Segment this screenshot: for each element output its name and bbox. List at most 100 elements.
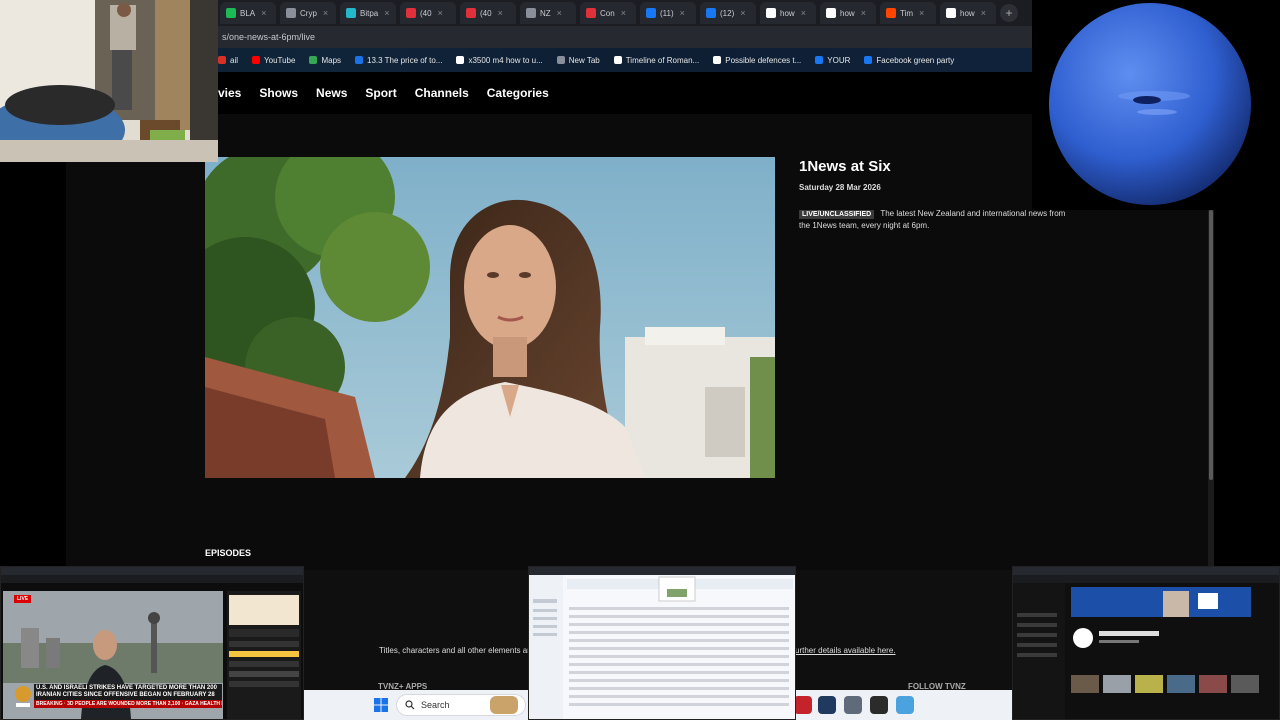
neptune-image (1032, 0, 1280, 210)
bookmark-label: YouTube (264, 55, 296, 65)
tab-close-icon[interactable]: × (919, 8, 924, 18)
al-jazeera-logo-icon (15, 686, 31, 707)
tab-favicon-icon (286, 8, 296, 18)
browser-tab[interactable]: Cryp × (280, 2, 336, 24)
tab-favicon-icon (886, 8, 896, 18)
browser-tab[interactable]: (40 × (460, 2, 516, 24)
settings-gear-icon[interactable] (844, 696, 862, 714)
bookmark-item[interactable]: Facebook green party (864, 56, 954, 65)
bookmark-label: Timeline of Roman... (625, 55, 700, 65)
taskbar-app-icon[interactable] (870, 696, 888, 714)
bookmark-item[interactable]: Maps (309, 56, 341, 65)
show-title: 1News at Six (799, 158, 891, 175)
tab-label: (11) (660, 8, 674, 18)
windows-start-icon[interactable] (374, 698, 388, 712)
tab-favicon-icon (766, 8, 776, 18)
page-scrollbar[interactable] (1208, 210, 1214, 570)
video-site-window-thumbnail[interactable] (1012, 566, 1280, 720)
tab-label: how (780, 8, 795, 18)
browser-tab[interactable]: how × (820, 2, 876, 24)
bookmark-favicon-icon (252, 56, 261, 64)
show-description: LIVE/UNCLASSIFIED The latest New Zealand… (799, 208, 1069, 231)
thumbnail-tabbar (1, 567, 303, 575)
browser-tab[interactable]: NZ × (520, 2, 576, 24)
nav-movies[interactable]: vies (218, 86, 241, 100)
taskbar-app-icon[interactable] (794, 696, 812, 714)
bookmark-item[interactable]: New Tab (556, 55, 600, 65)
episodes-heading: EPISODES (205, 548, 252, 558)
tab-label: Tim (900, 8, 914, 18)
site-nav: vies Shows News Sport Channels Categorie… (218, 72, 1032, 114)
tab-close-icon[interactable]: × (498, 8, 503, 18)
bookmark-favicon-icon (713, 56, 722, 64)
news-ticker: BREAKING · 3D PEOPLE ARE WOUNDED MORE TH… (34, 700, 222, 708)
bookmark-item[interactable]: 13.3 The price of to... (355, 56, 442, 65)
tab-label: (40 (480, 8, 492, 18)
video-player[interactable] (205, 157, 775, 478)
bookmark-favicon-icon (456, 56, 465, 64)
tab-close-icon[interactable]: × (384, 8, 389, 18)
bookmark-favicon-icon (309, 56, 318, 64)
bookmark-item[interactable]: ail (218, 56, 238, 65)
tab-favicon-icon (346, 8, 356, 18)
nav-channels[interactable]: Channels (415, 86, 469, 100)
video-site-content (1013, 583, 1279, 719)
tab-close-icon[interactable]: × (981, 8, 986, 18)
nav-sport[interactable]: Sport (365, 86, 396, 100)
thumbnail-addressbar (1013, 575, 1279, 583)
bookmark-label: Facebook green party (876, 55, 955, 65)
taskbar-app-icon[interactable] (896, 696, 914, 714)
nav-categories[interactable]: Categories (487, 86, 549, 100)
tab-label: how (840, 8, 855, 18)
tab-close-icon[interactable]: × (861, 8, 866, 18)
bookmark-item[interactable]: x3500 m4 how to u... (456, 56, 543, 65)
tab-close-icon[interactable]: × (323, 8, 328, 18)
browser-tab[interactable]: how × (760, 2, 816, 24)
tab-favicon-icon (406, 8, 416, 18)
webcam-overlay (0, 0, 218, 162)
new-tab-icon[interactable]: + (1000, 4, 1018, 22)
thumbnail-tabbar (1013, 567, 1279, 575)
live-badge: LIVE (14, 595, 32, 603)
thumbnail-addressbar (1, 575, 303, 583)
browser-tab[interactable]: (40 × (400, 2, 456, 24)
bookmark-item[interactable]: YOUR (815, 56, 850, 65)
taskbar-search-placeholder: Search (421, 700, 450, 710)
email-window-thumbnail[interactable] (528, 566, 796, 720)
search-highlight-icon (490, 696, 518, 714)
browser-tab[interactable]: (12) × (700, 2, 756, 24)
nav-news[interactable]: News (316, 86, 347, 100)
tab-favicon-icon (526, 8, 536, 18)
bookmark-item[interactable]: YouTube (252, 56, 295, 65)
tab-close-icon[interactable]: × (621, 8, 626, 18)
bookmark-favicon-icon (613, 56, 622, 64)
tab-close-icon[interactable]: × (261, 8, 266, 18)
show-info: 1News at Six Saturday 28 Mar 2026 LIVE/U… (799, 158, 1069, 231)
bookmark-favicon-icon (556, 56, 565, 64)
classification-badge: LIVE/UNCLASSIFIED (799, 210, 875, 219)
tab-label: (40 (420, 8, 432, 18)
show-date: Saturday 28 Mar 2026 (799, 183, 881, 192)
bookmark-item[interactable]: Possible defences t... (713, 56, 801, 65)
nav-shows[interactable]: Shows (259, 86, 298, 100)
tab-favicon-icon (466, 8, 476, 18)
browser-tab[interactable]: (11) × (640, 2, 696, 24)
browser-tab[interactable]: how × (940, 2, 996, 24)
tab-close-icon[interactable]: × (801, 8, 806, 18)
search-icon (405, 700, 415, 710)
tab-label: BLA (240, 8, 256, 18)
bookmark-item[interactable]: Timeline of Roman... (613, 55, 700, 65)
browser-tab[interactable]: BLA × (220, 2, 276, 24)
browser-tab[interactable]: Con × (580, 2, 636, 24)
browser-tab[interactable]: Bitpa × (340, 2, 396, 24)
tab-close-icon[interactable]: × (680, 8, 685, 18)
planet-overlay (1032, 0, 1280, 210)
tab-close-icon[interactable]: × (740, 8, 745, 18)
tab-close-icon[interactable]: × (557, 8, 562, 18)
scrollbar-thumb[interactable] (1209, 210, 1213, 480)
steam-icon[interactable] (818, 696, 836, 714)
browser-tab[interactable]: Tim × (880, 2, 936, 24)
bookmark-label: New Tab (568, 55, 600, 65)
tab-close-icon[interactable]: × (438, 8, 443, 18)
footer-details-link[interactable]: urther details available here. (795, 646, 896, 655)
